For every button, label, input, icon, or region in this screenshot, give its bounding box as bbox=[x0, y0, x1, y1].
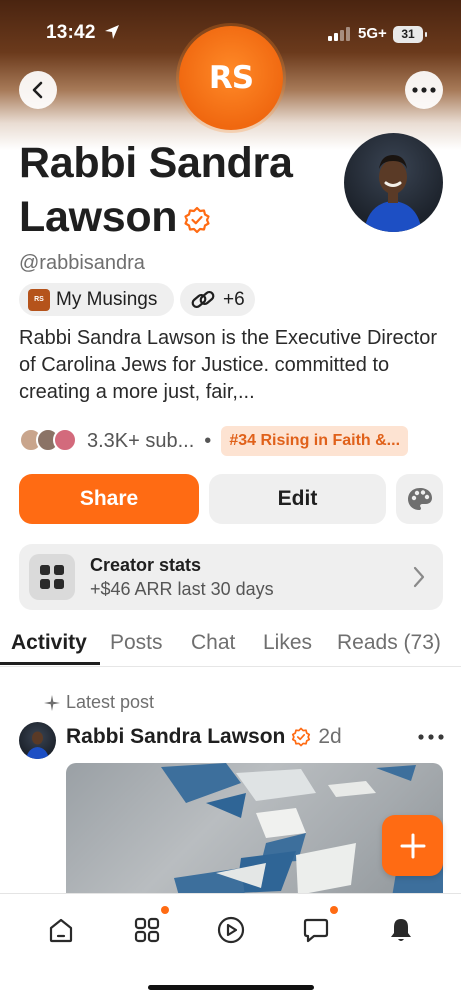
bottom-nav bbox=[0, 893, 461, 1000]
profile-name-text: Rabbi Sandra Lawson bbox=[19, 139, 293, 241]
publication-icon: RS bbox=[28, 288, 50, 311]
location-arrow-icon bbox=[104, 24, 120, 45]
home-icon bbox=[49, 918, 73, 943]
tab-likes[interactable]: Likes bbox=[263, 631, 312, 655]
post-author-avatar[interactable] bbox=[19, 722, 56, 759]
status-time: 13:42 bbox=[46, 22, 96, 43]
nav-home[interactable] bbox=[43, 912, 79, 948]
profile-name: Rabbi Sandra Lawson bbox=[19, 136, 339, 247]
chevron-right-icon bbox=[413, 566, 425, 588]
grid-icon bbox=[134, 917, 160, 943]
post-author-name[interactable]: Rabbi Sandra Lawson bbox=[66, 725, 285, 749]
more-options-button[interactable] bbox=[405, 71, 443, 109]
back-button[interactable] bbox=[19, 71, 57, 109]
post-more-button[interactable] bbox=[418, 727, 444, 745]
network-label: 5G+ bbox=[358, 25, 387, 42]
post-time: 2d bbox=[318, 725, 342, 748]
latest-post-label: Latest post bbox=[44, 692, 154, 713]
tab-activity[interactable]: Activity bbox=[11, 631, 87, 655]
home-indicator bbox=[148, 985, 314, 990]
creator-stats-title: Creator stats bbox=[90, 555, 202, 575]
verified-badge-icon bbox=[183, 193, 211, 247]
battery-icon: 31 bbox=[393, 26, 427, 43]
ellipsis-icon bbox=[418, 734, 444, 740]
bell-icon bbox=[391, 919, 411, 941]
publication-chip-label: My Musings bbox=[56, 288, 158, 310]
profile-handle: @rabbisandra bbox=[19, 252, 145, 274]
tabs-divider bbox=[0, 666, 461, 667]
subscriber-count[interactable]: 3.3K+ sub... bbox=[87, 430, 194, 453]
logo-text: RS bbox=[208, 60, 254, 96]
tab-posts[interactable]: Posts bbox=[110, 631, 163, 655]
rank-badge[interactable]: #34 Rising in Faith &... bbox=[221, 426, 409, 456]
dashboard-grid-icon bbox=[29, 554, 75, 600]
palette-icon bbox=[407, 488, 432, 510]
creator-stats-subtitle: +$46 ARR last 30 days bbox=[90, 579, 274, 599]
chevron-left-icon bbox=[32, 81, 43, 99]
nav-explore[interactable] bbox=[129, 906, 169, 948]
profile-bio[interactable]: Rabbi Sandra Lawson is the Executive Dir… bbox=[19, 325, 439, 406]
verified-badge-icon bbox=[291, 727, 311, 747]
subscribers-row: 3.3K+ sub... • #34 Rising in Faith &... bbox=[19, 425, 443, 457]
theme-button[interactable] bbox=[396, 474, 443, 524]
tab-chat[interactable]: Chat bbox=[191, 631, 235, 655]
subscriber-avatar bbox=[53, 428, 77, 452]
nav-notifications[interactable] bbox=[383, 912, 419, 948]
nav-video[interactable] bbox=[213, 912, 249, 948]
nav-chat[interactable] bbox=[298, 906, 338, 948]
profile-avatar[interactable] bbox=[344, 133, 443, 232]
share-button[interactable]: Share bbox=[19, 474, 199, 524]
notification-dot bbox=[330, 906, 338, 914]
links-chip-label: +6 bbox=[223, 288, 245, 310]
chat-icon bbox=[303, 918, 329, 943]
latest-post-text: Latest post bbox=[66, 692, 155, 712]
publication-logo[interactable]: RS bbox=[179, 26, 283, 130]
publication-chip[interactable]: RS My Musings bbox=[19, 283, 174, 316]
sparkle-icon bbox=[44, 694, 60, 711]
profile-tabs: Activity Posts Chat Likes Reads (73) bbox=[0, 628, 461, 666]
play-icon bbox=[217, 916, 245, 944]
active-tab-indicator bbox=[0, 662, 100, 665]
signal-icon bbox=[328, 27, 352, 46]
tab-reads[interactable]: Reads (73) bbox=[337, 631, 441, 655]
links-chip[interactable]: +6 bbox=[180, 283, 255, 316]
notification-dot bbox=[161, 906, 169, 914]
link-icon bbox=[191, 290, 215, 308]
edit-button[interactable]: Edit bbox=[209, 474, 386, 524]
ellipsis-icon bbox=[412, 87, 436, 93]
post-author-row: Rabbi Sandra Lawson 2d bbox=[66, 725, 342, 749]
plus-icon bbox=[400, 833, 425, 858]
subscriber-avatars[interactable] bbox=[19, 428, 81, 454]
creator-stats-card[interactable]: Creator stats +$46 ARR last 30 days bbox=[19, 544, 443, 610]
compose-button[interactable] bbox=[382, 815, 443, 876]
separator-dot: • bbox=[204, 429, 212, 452]
